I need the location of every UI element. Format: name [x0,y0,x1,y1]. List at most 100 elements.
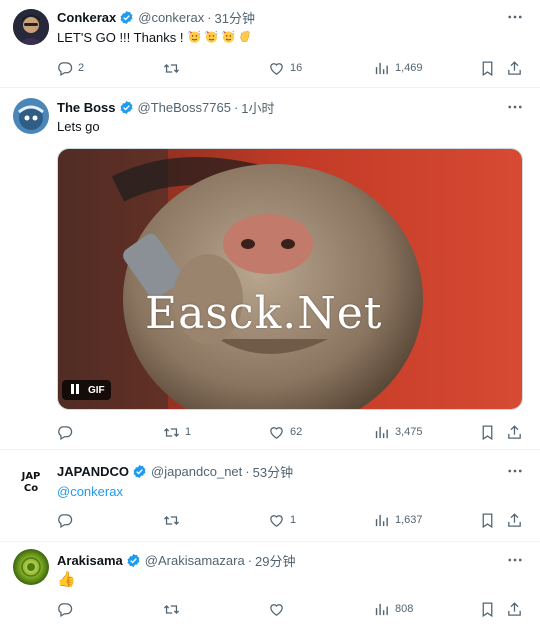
like-button[interactable]: 62 [268,422,302,442]
retweet-button[interactable]: 1 [163,422,191,442]
svg-text:JAP: JAP [21,471,41,482]
like-button[interactable]: 16 [268,58,302,78]
gif-label: GIF [88,384,105,396]
clapping-hands-emoji-icon [238,29,253,44]
reply-count: 2 [78,62,85,74]
author-name[interactable]: Conkerax [57,10,116,25]
bookmark-button[interactable] [479,510,496,530]
verified-icon [119,100,134,115]
share-icon [506,512,523,529]
retweet-icon [163,512,180,529]
avatar-image [13,98,49,134]
views-button[interactable]: 1,469 [373,58,423,78]
bookmark-icon [479,424,496,441]
tweet-arakisama[interactable]: Arakisama @Arakisamazara · 29分钟 👍 808 [0,543,540,631]
like-count: 1 [290,514,297,526]
retweet-icon [163,60,180,77]
tweet-text: 👍 [57,571,76,588]
reply-icon [56,512,73,529]
timestamp[interactable]: 53分钟 [253,462,293,481]
view-count: 808 [395,603,414,615]
gif-media[interactable] [57,148,523,410]
retweet-count: 1 [185,426,192,438]
share-button[interactable] [506,422,523,442]
heart-icon [268,601,285,618]
tweet-text-row: LET'S GO !!! Thanks ! [57,29,255,47]
bookmark-button[interactable] [479,599,496,619]
verified-icon [132,464,147,479]
tweet-text: LET'S GO !!! Thanks ! [57,30,184,45]
share-button[interactable] [506,599,523,619]
gif-controls[interactable]: GIF [62,380,111,400]
author-name[interactable]: The Boss [57,100,116,115]
author-handle[interactable]: @TheBoss7765 [138,100,231,115]
author-name[interactable]: JAPANDCO [57,464,129,479]
more-icon[interactable] [504,462,526,480]
share-button[interactable] [506,510,523,530]
heart-icon [268,60,285,77]
tweet-header: Arakisama @Arakisamazara · 29分钟 [57,551,296,569]
partying-face-emoji-icon [221,29,236,44]
tweet-header: JAPANDCO @japandco_net · 53分钟 [57,462,293,480]
pause-icon[interactable] [68,384,82,396]
share-icon [506,601,523,618]
view-count: 1,637 [395,514,423,526]
like-button[interactable]: 1 [268,510,296,530]
avatar[interactable] [13,9,49,45]
heart-icon [268,512,285,529]
verified-icon [119,10,134,25]
action-bar: 1 1,637 [0,510,540,530]
tweet-header: Conkerax @conkerax · 31分钟 [57,8,255,26]
reply-button[interactable] [56,422,78,442]
avatar-image [13,9,49,45]
heart-icon [268,424,285,441]
retweet-button[interactable] [163,510,185,530]
avatar-image: JAP Co [13,462,49,498]
tweet-text: Lets go [57,119,100,134]
author-name[interactable]: Arakisama [57,553,123,568]
separator-dot: · [233,99,239,115]
author-handle[interactable]: @conkerax [138,10,204,25]
like-count: 16 [290,62,303,74]
tweet-header: The Boss @TheBoss7765 · 1小时 [57,98,275,116]
author-handle[interactable]: @japandco_net [151,464,242,479]
bookmark-icon [479,512,496,529]
tweet-conkerax[interactable]: Conkerax @conkerax · 31分钟 LET'S GO !!! T… [0,0,540,88]
action-bar: 2 16 1,469 [0,58,540,78]
mention-link[interactable]: @conkerax [57,483,123,501]
action-bar: 808 [0,599,540,619]
like-button[interactable] [268,599,290,619]
avatar[interactable] [13,98,49,134]
bookmark-button[interactable] [479,422,496,442]
reply-button[interactable] [56,510,78,530]
share-button[interactable] [506,58,523,78]
author-handle[interactable]: @Arakisamazara [145,553,245,568]
bookmark-icon [479,60,496,77]
like-count: 62 [290,426,303,438]
separator-dot: · [207,9,212,25]
reply-button[interactable] [56,599,78,619]
avatar[interactable]: JAP Co [13,462,49,498]
tweet-japandco[interactable]: JAP Co JAPANDCO @japandco_net · 53分钟 @co… [0,451,540,542]
views-button[interactable]: 3,475 [373,422,423,442]
avatar[interactable] [13,549,49,585]
views-icon [373,60,390,77]
timestamp[interactable]: 31分钟 [215,8,255,27]
more-icon[interactable] [504,551,526,569]
retweet-button[interactable] [163,58,185,78]
verified-icon [126,553,141,568]
more-icon[interactable] [504,8,526,26]
views-button[interactable]: 808 [373,599,413,619]
reply-icon [56,601,73,618]
timestamp[interactable]: 1小时 [241,98,274,117]
avatar-image [13,549,49,585]
more-icon[interactable] [504,98,526,116]
retweet-button[interactable] [163,599,185,619]
views-button[interactable]: 1,637 [373,510,423,530]
views-icon [373,424,390,441]
reply-button[interactable]: 2 [56,58,84,78]
watermark-text: Easck.Net [145,288,383,339]
bookmark-button[interactable] [479,58,496,78]
timestamp[interactable]: 29分钟 [255,551,295,570]
separator-dot: · [245,463,250,479]
